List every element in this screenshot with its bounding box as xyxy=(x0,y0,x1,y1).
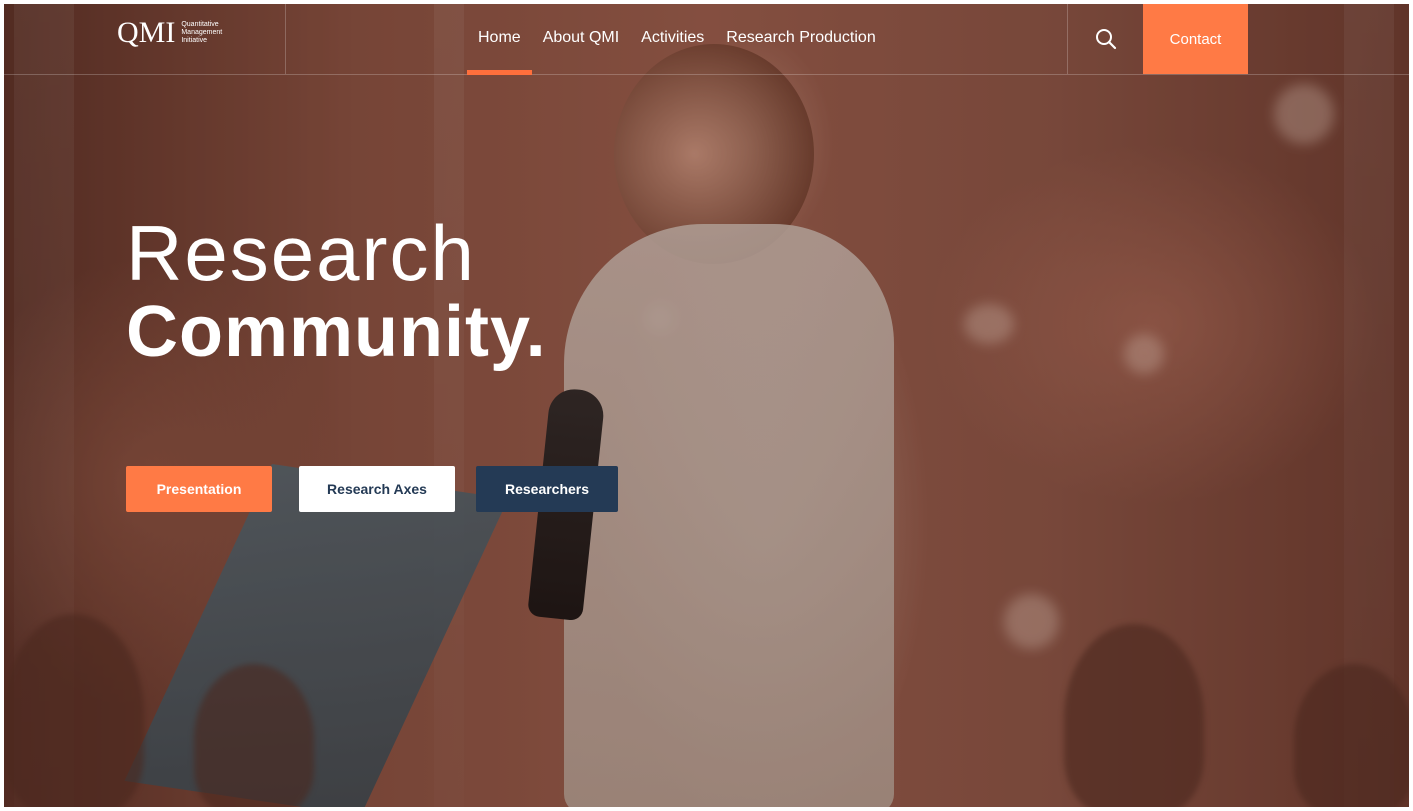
page: QMI Quantitative Management Initiative H… xyxy=(4,4,1409,807)
hero-title: Research Community. xyxy=(126,214,547,372)
logo-mark: QMI xyxy=(117,16,176,49)
researchers-button[interactable]: Researchers xyxy=(476,466,618,512)
nav-item-research-production[interactable]: Research Production xyxy=(715,4,886,74)
site-header: QMI Quantitative Management Initiative H… xyxy=(4,4,1409,75)
header-divider xyxy=(285,4,286,74)
logo-tagline: Quantitative Management Initiative xyxy=(181,21,222,45)
nav-item-home[interactable]: Home xyxy=(467,4,532,75)
nav-item-activities[interactable]: Activities xyxy=(630,4,715,74)
search-icon xyxy=(1095,29,1116,50)
site-logo[interactable]: QMI Quantitative Management Initiative xyxy=(117,18,222,48)
hero-title-light: Research xyxy=(126,209,476,297)
main-nav: Home About QMI Activities Research Produ… xyxy=(467,4,887,75)
logo-tagline-line: Quantitative xyxy=(181,21,219,28)
hero-title-bold: Community. xyxy=(126,292,547,372)
research-axes-button[interactable]: Research Axes xyxy=(299,466,455,512)
logo-tagline-line: Management xyxy=(181,29,223,36)
contact-button[interactable]: Contact xyxy=(1143,4,1248,74)
hero-overlay xyxy=(4,4,1409,807)
search-button[interactable] xyxy=(1067,4,1144,74)
logo-tagline-line: Initiative xyxy=(181,37,208,44)
nav-item-about-qmi[interactable]: About QMI xyxy=(532,4,630,74)
presentation-button[interactable]: Presentation xyxy=(126,466,272,512)
